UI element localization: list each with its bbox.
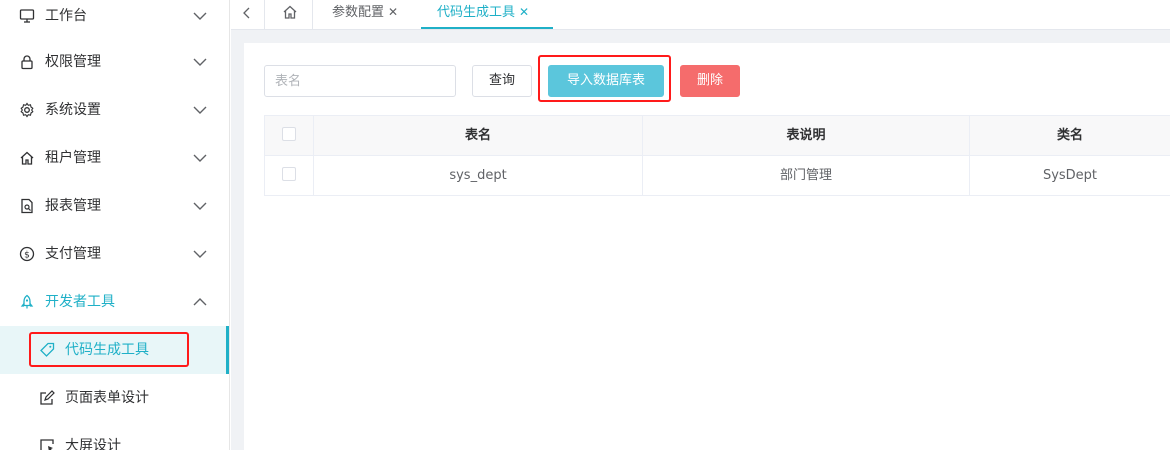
highlight-box-code-generator xyxy=(29,332,189,367)
sidebar-item-label: 租户管理 xyxy=(45,150,101,166)
sidebar-item-system-settings[interactable]: 系统设置 xyxy=(0,86,229,134)
chevron-down-icon xyxy=(193,154,207,162)
sidebar-item-label: 开发者工具 xyxy=(45,294,115,310)
chevron-left-icon xyxy=(243,7,250,19)
gear-icon xyxy=(20,102,34,118)
chevron-up-icon xyxy=(193,298,207,306)
home-icon xyxy=(20,151,34,165)
sidebar-item-label: 系统设置 xyxy=(45,102,101,118)
dollar-icon: $ xyxy=(19,246,35,262)
svg-text:$: $ xyxy=(24,251,30,261)
cell-class-name: SysDept xyxy=(1042,168,1098,183)
sidebar-item-developer-tools[interactable]: 开发者工具 xyxy=(0,278,229,326)
highlight-box-import xyxy=(538,55,671,102)
column-header-class-name[interactable]: 类名 xyxy=(970,116,1170,155)
edit-icon xyxy=(40,390,55,405)
table-name-search-input[interactable] xyxy=(264,65,456,97)
cell-table-name: sys_dept xyxy=(314,156,643,195)
chevron-down-icon xyxy=(193,12,207,20)
query-button[interactable]: 查询 xyxy=(472,65,532,97)
sidebar-item-report[interactable]: 报表管理 xyxy=(0,182,229,230)
lock-icon xyxy=(21,55,33,70)
tabs-bar: 参数配置 ✕ 代码生成工具 ✕ xyxy=(231,0,1170,30)
chevron-down-icon xyxy=(193,58,207,66)
sidebar-subitem-label: 大屏设计 xyxy=(65,438,121,450)
sidebar-item-permission[interactable]: 权限管理 xyxy=(0,38,229,86)
select-all-cell xyxy=(264,116,314,155)
column-header-table-desc[interactable]: 表说明 xyxy=(643,116,970,155)
code-gen-table: 表名 表说明 类名 sys_dept 部门管理 SysDept xyxy=(264,115,1170,196)
tab-home[interactable] xyxy=(265,0,313,29)
sidebar-subitem-label: 页面表单设计 xyxy=(65,390,149,406)
sidebar-item-label: 权限管理 xyxy=(45,54,101,70)
rocket-icon xyxy=(20,294,34,309)
sidebar-item-label: 报表管理 xyxy=(45,198,101,214)
tab-label: 代码生成工具 xyxy=(437,5,516,20)
sidebar: 工作台 权限管理 系统设置 租户管理 报表管理 $ 支付管理 开发者工具 代码生… xyxy=(0,0,230,450)
row-checkbox[interactable] xyxy=(282,167,296,181)
app-root: 工作台 权限管理 系统设置 租户管理 报表管理 $ 支付管理 开发者工具 代码生… xyxy=(0,0,1170,450)
tab-code-generator[interactable]: 代码生成工具 ✕ xyxy=(421,0,553,29)
sidebar-subitem-form-designer[interactable]: 页面表单设计 xyxy=(0,374,229,422)
tab-params-config[interactable]: 参数配置 ✕ xyxy=(316,0,421,29)
content-panel xyxy=(244,43,1170,450)
chevron-down-icon xyxy=(193,106,207,114)
chevron-down-icon xyxy=(193,202,207,210)
cell-table-desc: 部门管理 xyxy=(643,156,970,195)
close-icon[interactable]: ✕ xyxy=(388,0,398,24)
screen-icon xyxy=(40,439,54,450)
tabs-scroll-left[interactable] xyxy=(231,0,265,29)
select-all-checkbox[interactable] xyxy=(282,127,296,141)
close-icon[interactable]: ✕ xyxy=(519,0,529,24)
tab-label: 参数配置 xyxy=(332,5,385,20)
chevron-down-icon xyxy=(193,250,207,258)
monitor-icon xyxy=(19,9,35,23)
sidebar-subitem-big-screen[interactable]: 大屏设计 xyxy=(0,422,229,450)
delete-button[interactable]: 删除 xyxy=(680,65,740,97)
report-icon xyxy=(21,198,33,214)
sidebar-item-payment[interactable]: $ 支付管理 xyxy=(0,230,229,278)
row-select-cell xyxy=(264,156,314,195)
table-header-row: 表名 表说明 类名 xyxy=(264,116,1170,156)
table-row[interactable]: sys_dept 部门管理 SysDept xyxy=(264,156,1170,196)
sidebar-item-label: 工作台 xyxy=(45,8,87,24)
sidebar-item-label: 支付管理 xyxy=(45,246,101,262)
sidebar-item-workbench[interactable]: 工作台 xyxy=(0,0,229,40)
column-header-table-name[interactable]: 表名 xyxy=(314,116,643,155)
sidebar-item-tenant[interactable]: 租户管理 xyxy=(0,134,229,182)
home-icon xyxy=(283,5,297,19)
